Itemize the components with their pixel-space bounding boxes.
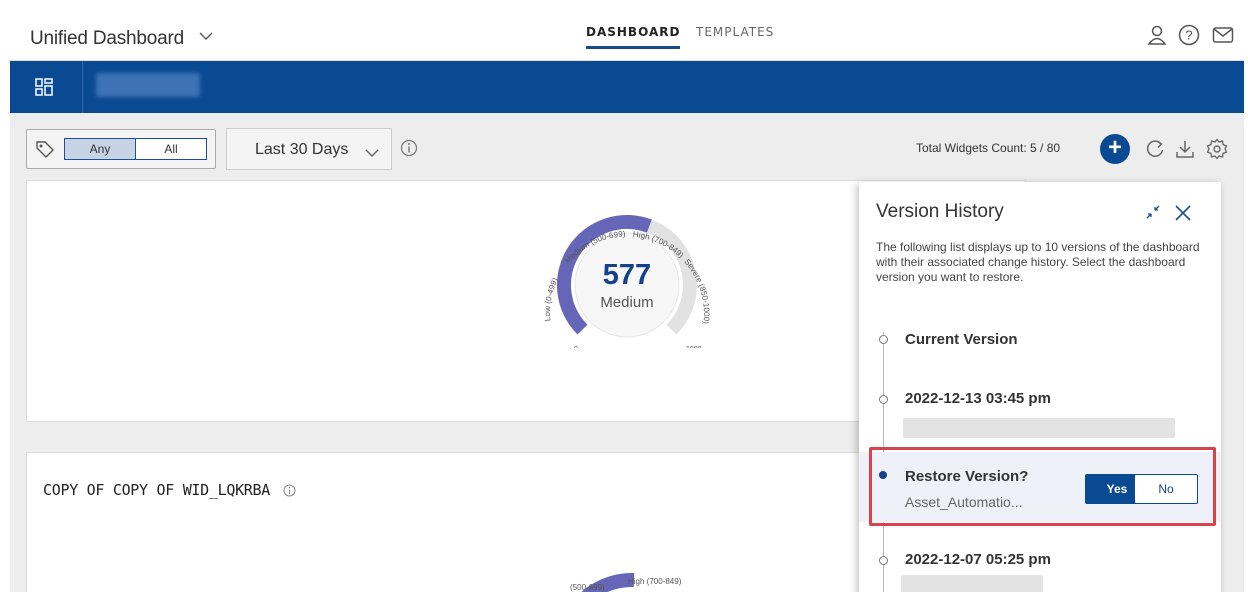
- close-icon[interactable]: [1174, 204, 1192, 227]
- help-icon[interactable]: ?: [1178, 24, 1200, 46]
- widget-title: COPY OF COPY OF WID_LQKRBA: [43, 481, 296, 501]
- dashboard-toolbar: [10, 61, 1244, 113]
- version-item-date[interactable]: 2022-12-07 05:25 pm: [905, 551, 1051, 568]
- timeline-node: [879, 395, 888, 404]
- divider: [82, 61, 83, 113]
- partial-range-medium: (500-699): [570, 583, 605, 592]
- panel-description: The following list displays up to 10 ver…: [876, 240, 1200, 284]
- collapse-icon[interactable]: [1144, 203, 1162, 226]
- app-window: Unified Dashboard DASHBOARD TEMPLATES ?: [10, 8, 1244, 592]
- panel-title: Version History: [876, 201, 1004, 222]
- current-version-item[interactable]: Current Version: [905, 331, 1018, 348]
- refresh-icon[interactable]: [1144, 138, 1166, 165]
- dashboard-title: Unified Dashboard: [30, 28, 184, 49]
- range-low-label: Low (0-499): [543, 276, 560, 321]
- gauge-value: 577: [602, 259, 652, 291]
- info-icon[interactable]: [400, 139, 418, 162]
- gauge-min-label: 0: [574, 346, 578, 348]
- tab-dashboard[interactable]: DASHBOARD: [586, 25, 681, 49]
- add-widget-button[interactable]: +: [1100, 134, 1130, 164]
- info-icon[interactable]: [283, 483, 296, 501]
- date-range-select[interactable]: Last 30 Days: [226, 128, 392, 170]
- timeline-node: [879, 556, 888, 565]
- svg-text:Low (0-499): Low (0-499): [543, 276, 560, 321]
- mail-icon[interactable]: [1212, 24, 1234, 46]
- version-item-date[interactable]: 2022-12-13 03:45 pm: [905, 390, 1051, 407]
- gauge-level-label: Medium: [600, 294, 654, 311]
- dashboard-selector[interactable]: Unified Dashboard: [30, 25, 213, 50]
- widgets-count: Total Widgets Count: 5 / 80: [916, 141, 1061, 155]
- tab-templates[interactable]: TEMPLATES: [696, 25, 774, 39]
- tag-any-toggle[interactable]: Any: [64, 138, 136, 160]
- download-icon[interactable]: [1174, 138, 1196, 165]
- svg-text:?: ?: [1185, 28, 1192, 43]
- highlight-box: [869, 447, 1216, 526]
- partial-gauge: (500-699) High (700-849): [570, 572, 682, 592]
- version-description-blurred: [903, 418, 1175, 438]
- tag-filter: Any All: [26, 129, 216, 169]
- version-description-blurred: [901, 575, 1043, 592]
- date-range-value: Last 30 Days: [255, 141, 349, 158]
- timeline-node: [879, 335, 888, 344]
- tag-all-toggle[interactable]: All: [135, 138, 207, 160]
- blurred-tab[interactable]: [96, 73, 200, 97]
- gauge-max-label: 1000: [686, 346, 702, 348]
- layout-icon[interactable]: [34, 77, 54, 102]
- version-history-panel: Version History The following list displ…: [859, 182, 1221, 592]
- user-icon[interactable]: [1146, 24, 1168, 46]
- chevron-down-icon: [365, 145, 379, 163]
- top-header: Unified Dashboard DASHBOARD TEMPLATES ?: [10, 8, 1244, 61]
- widget-title-text: COPY OF COPY OF WID_LQKRBA: [43, 481, 271, 499]
- partial-range-high: High (700-849): [628, 577, 682, 586]
- chevron-down-icon: [199, 25, 213, 47]
- tag-icon[interactable]: [35, 140, 55, 163]
- settings-gear-icon[interactable]: [1206, 138, 1228, 165]
